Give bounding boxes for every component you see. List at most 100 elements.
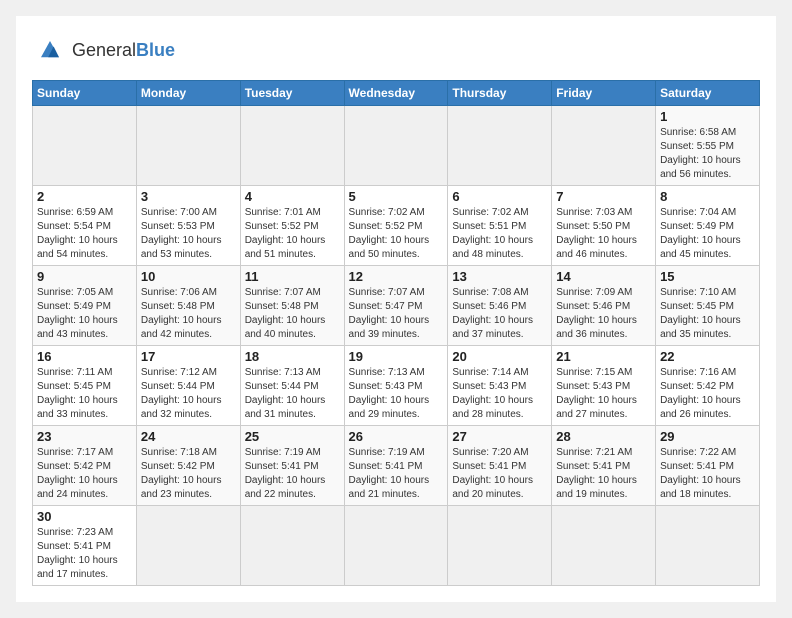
calendar-cell: 27Sunrise: 7:20 AM Sunset: 5:41 PM Dayli…	[448, 426, 552, 506]
day-info: Sunrise: 7:06 AM Sunset: 5:48 PM Dayligh…	[141, 286, 236, 342]
day-info: Sunrise: 7:07 AM Sunset: 5:47 PM Dayligh…	[349, 286, 444, 342]
day-info: Sunrise: 7:13 AM Sunset: 5:43 PM Dayligh…	[349, 366, 444, 422]
day-info: Sunrise: 7:12 AM Sunset: 5:44 PM Dayligh…	[141, 366, 236, 422]
calendar-cell	[656, 506, 760, 586]
calendar-cell: 4Sunrise: 7:01 AM Sunset: 5:52 PM Daylig…	[240, 186, 344, 266]
day-info: Sunrise: 7:22 AM Sunset: 5:41 PM Dayligh…	[660, 446, 755, 502]
weekday-header-thursday: Thursday	[448, 81, 552, 106]
calendar-cell: 3 Sunrise: 7:00 AM Sunset: 5:53 PM Daylig…	[136, 186, 240, 266]
logo: GeneralBlue	[32, 32, 175, 68]
day-info: Sunrise: 7:19 AM Sunset: 5:41 PM Dayligh…	[245, 446, 340, 502]
day-number: 18	[245, 349, 340, 364]
day-number: 8	[660, 189, 755, 204]
calendar-container: GeneralBlue SundayMondayTuesdayWednesday…	[16, 16, 776, 602]
day-number: 17	[141, 349, 236, 364]
day-info: Sunrise: 7:11 AM Sunset: 5:45 PM Dayligh…	[37, 366, 132, 422]
calendar-cell	[448, 106, 552, 186]
day-number: 2	[37, 189, 132, 204]
day-number: 29	[660, 429, 755, 444]
day-info: Sunrise: 7:03 AM Sunset: 5:50 PM Dayligh…	[556, 206, 651, 262]
calendar-cell	[448, 506, 552, 586]
weekday-header-sunday: Sunday	[33, 81, 137, 106]
calendar-cell	[33, 106, 137, 186]
calendar-cell	[552, 506, 656, 586]
weekday-header-monday: Monday	[136, 81, 240, 106]
calendar-cell: 5 Sunrise: 7:02 AM Sunset: 5:52 PM Daylig…	[344, 186, 448, 266]
calendar-cell: 26Sunrise: 7:19 AM Sunset: 5:41 PM Dayli…	[344, 426, 448, 506]
day-number: 27	[452, 429, 547, 444]
day-info: Sunrise: 7:07 AM Sunset: 5:48 PM Dayligh…	[245, 286, 340, 342]
day-info: Sunrise: 7:23 AM Sunset: 5:41 PM Dayligh…	[37, 526, 132, 582]
calendar-week-row: 16 Sunrise: 7:11 AM Sunset: 5:45 PM Dayli…	[33, 346, 760, 426]
calendar-tbody: 1Sunrise: 6:58 AM Sunset: 5:55 PM Daylig…	[33, 106, 760, 586]
day-info: Sunrise: 7:16 AM Sunset: 5:42 PM Dayligh…	[660, 366, 755, 422]
calendar-week-row: 9Sunrise: 7:05 AM Sunset: 5:49 PM Daylig…	[33, 266, 760, 346]
calendar-week-row: 30Sunrise: 7:23 AM Sunset: 5:41 PM Dayli…	[33, 506, 760, 586]
calendar-cell	[136, 106, 240, 186]
day-number: 22	[660, 349, 755, 364]
calendar-cell: 13Sunrise: 7:08 AM Sunset: 5:46 PM Dayli…	[448, 266, 552, 346]
day-number: 21	[556, 349, 651, 364]
day-info: Sunrise: 7:09 AM Sunset: 5:46 PM Dayligh…	[556, 286, 651, 342]
calendar-cell: 21 Sunrise: 7:15 AM Sunset: 5:43 PM Dayli…	[552, 346, 656, 426]
calendar-cell: 25 Sunrise: 7:19 AM Sunset: 5:41 PM Dayli…	[240, 426, 344, 506]
day-info: Sunrise: 7:18 AM Sunset: 5:42 PM Dayligh…	[141, 446, 236, 502]
day-info: Sunrise: 7:10 AM Sunset: 5:45 PM Dayligh…	[660, 286, 755, 342]
calendar-cell: 28 Sunrise: 7:21 AM Sunset: 5:41 PM Dayli…	[552, 426, 656, 506]
calendar-cell	[344, 506, 448, 586]
calendar-table: SundayMondayTuesdayWednesdayThursdayFrid…	[32, 80, 760, 586]
calendar-cell: 15 Sunrise: 7:10 AM Sunset: 5:45 PM Dayli…	[656, 266, 760, 346]
day-info: Sunrise: 7:14 AM Sunset: 5:43 PM Dayligh…	[452, 366, 547, 422]
weekday-header-friday: Friday	[552, 81, 656, 106]
calendar-cell	[344, 106, 448, 186]
calendar-cell: 16 Sunrise: 7:11 AM Sunset: 5:45 PM Dayli…	[33, 346, 137, 426]
calendar-cell: 7 Sunrise: 7:03 AM Sunset: 5:50 PM Daylig…	[552, 186, 656, 266]
logo-icon	[32, 32, 68, 68]
weekday-header-tuesday: Tuesday	[240, 81, 344, 106]
day-info: Sunrise: 6:59 AM Sunset: 5:54 PM Dayligh…	[37, 206, 132, 262]
weekday-header-saturday: Saturday	[656, 81, 760, 106]
day-info: Sunrise: 7:13 AM Sunset: 5:44 PM Dayligh…	[245, 366, 340, 422]
calendar-cell: 20 Sunrise: 7:14 AM Sunset: 5:43 PM Dayli…	[448, 346, 552, 426]
day-number: 19	[349, 349, 444, 364]
day-number: 25	[245, 429, 340, 444]
calendar-cell: 23Sunrise: 7:17 AM Sunset: 5:42 PM Dayli…	[33, 426, 137, 506]
day-info: Sunrise: 7:02 AM Sunset: 5:52 PM Dayligh…	[349, 206, 444, 262]
day-number: 28	[556, 429, 651, 444]
calendar-cell: 11Sunrise: 7:07 AM Sunset: 5:48 PM Dayli…	[240, 266, 344, 346]
weekday-header-row: SundayMondayTuesdayWednesdayThursdayFrid…	[33, 81, 760, 106]
day-info: Sunrise: 7:04 AM Sunset: 5:49 PM Dayligh…	[660, 206, 755, 262]
calendar-week-row: 2 Sunrise: 6:59 AM Sunset: 5:54 PM Daylig…	[33, 186, 760, 266]
calendar-cell: 30Sunrise: 7:23 AM Sunset: 5:41 PM Dayli…	[33, 506, 137, 586]
calendar-thead: SundayMondayTuesdayWednesdayThursdayFrid…	[33, 81, 760, 106]
calendar-cell: 1Sunrise: 6:58 AM Sunset: 5:55 PM Daylig…	[656, 106, 760, 186]
day-number: 7	[556, 189, 651, 204]
day-number: 14	[556, 269, 651, 284]
day-number: 20	[452, 349, 547, 364]
calendar-cell: 9Sunrise: 7:05 AM Sunset: 5:49 PM Daylig…	[33, 266, 137, 346]
day-number: 4	[245, 189, 340, 204]
day-info: Sunrise: 7:21 AM Sunset: 5:41 PM Dayligh…	[556, 446, 651, 502]
day-number: 1	[660, 109, 755, 124]
day-number: 16	[37, 349, 132, 364]
calendar-cell: 6Sunrise: 7:02 AM Sunset: 5:51 PM Daylig…	[448, 186, 552, 266]
logo-text: GeneralBlue	[72, 40, 175, 61]
calendar-cell: 8 Sunrise: 7:04 AM Sunset: 5:49 PM Daylig…	[656, 186, 760, 266]
calendar-cell: 29 Sunrise: 7:22 AM Sunset: 5:41 PM Dayli…	[656, 426, 760, 506]
weekday-header-wednesday: Wednesday	[344, 81, 448, 106]
calendar-cell: 12Sunrise: 7:07 AM Sunset: 5:47 PM Dayli…	[344, 266, 448, 346]
calendar-cell: 17 Sunrise: 7:12 AM Sunset: 5:44 PM Dayli…	[136, 346, 240, 426]
calendar-week-row: 1Sunrise: 6:58 AM Sunset: 5:55 PM Daylig…	[33, 106, 760, 186]
day-info: Sunrise: 7:00 AM Sunset: 5:53 PM Dayligh…	[141, 206, 236, 262]
calendar-cell: 14 Sunrise: 7:09 AM Sunset: 5:46 PM Dayli…	[552, 266, 656, 346]
calendar-header: GeneralBlue	[32, 32, 760, 68]
calendar-cell: 24Sunrise: 7:18 AM Sunset: 5:42 PM Dayli…	[136, 426, 240, 506]
day-info: Sunrise: 7:05 AM Sunset: 5:49 PM Dayligh…	[37, 286, 132, 342]
day-number: 5	[349, 189, 444, 204]
day-number: 10	[141, 269, 236, 284]
day-number: 3	[141, 189, 236, 204]
day-number: 15	[660, 269, 755, 284]
day-info: Sunrise: 7:08 AM Sunset: 5:46 PM Dayligh…	[452, 286, 547, 342]
day-info: Sunrise: 7:19 AM Sunset: 5:41 PM Dayligh…	[349, 446, 444, 502]
day-info: Sunrise: 7:15 AM Sunset: 5:43 PM Dayligh…	[556, 366, 651, 422]
